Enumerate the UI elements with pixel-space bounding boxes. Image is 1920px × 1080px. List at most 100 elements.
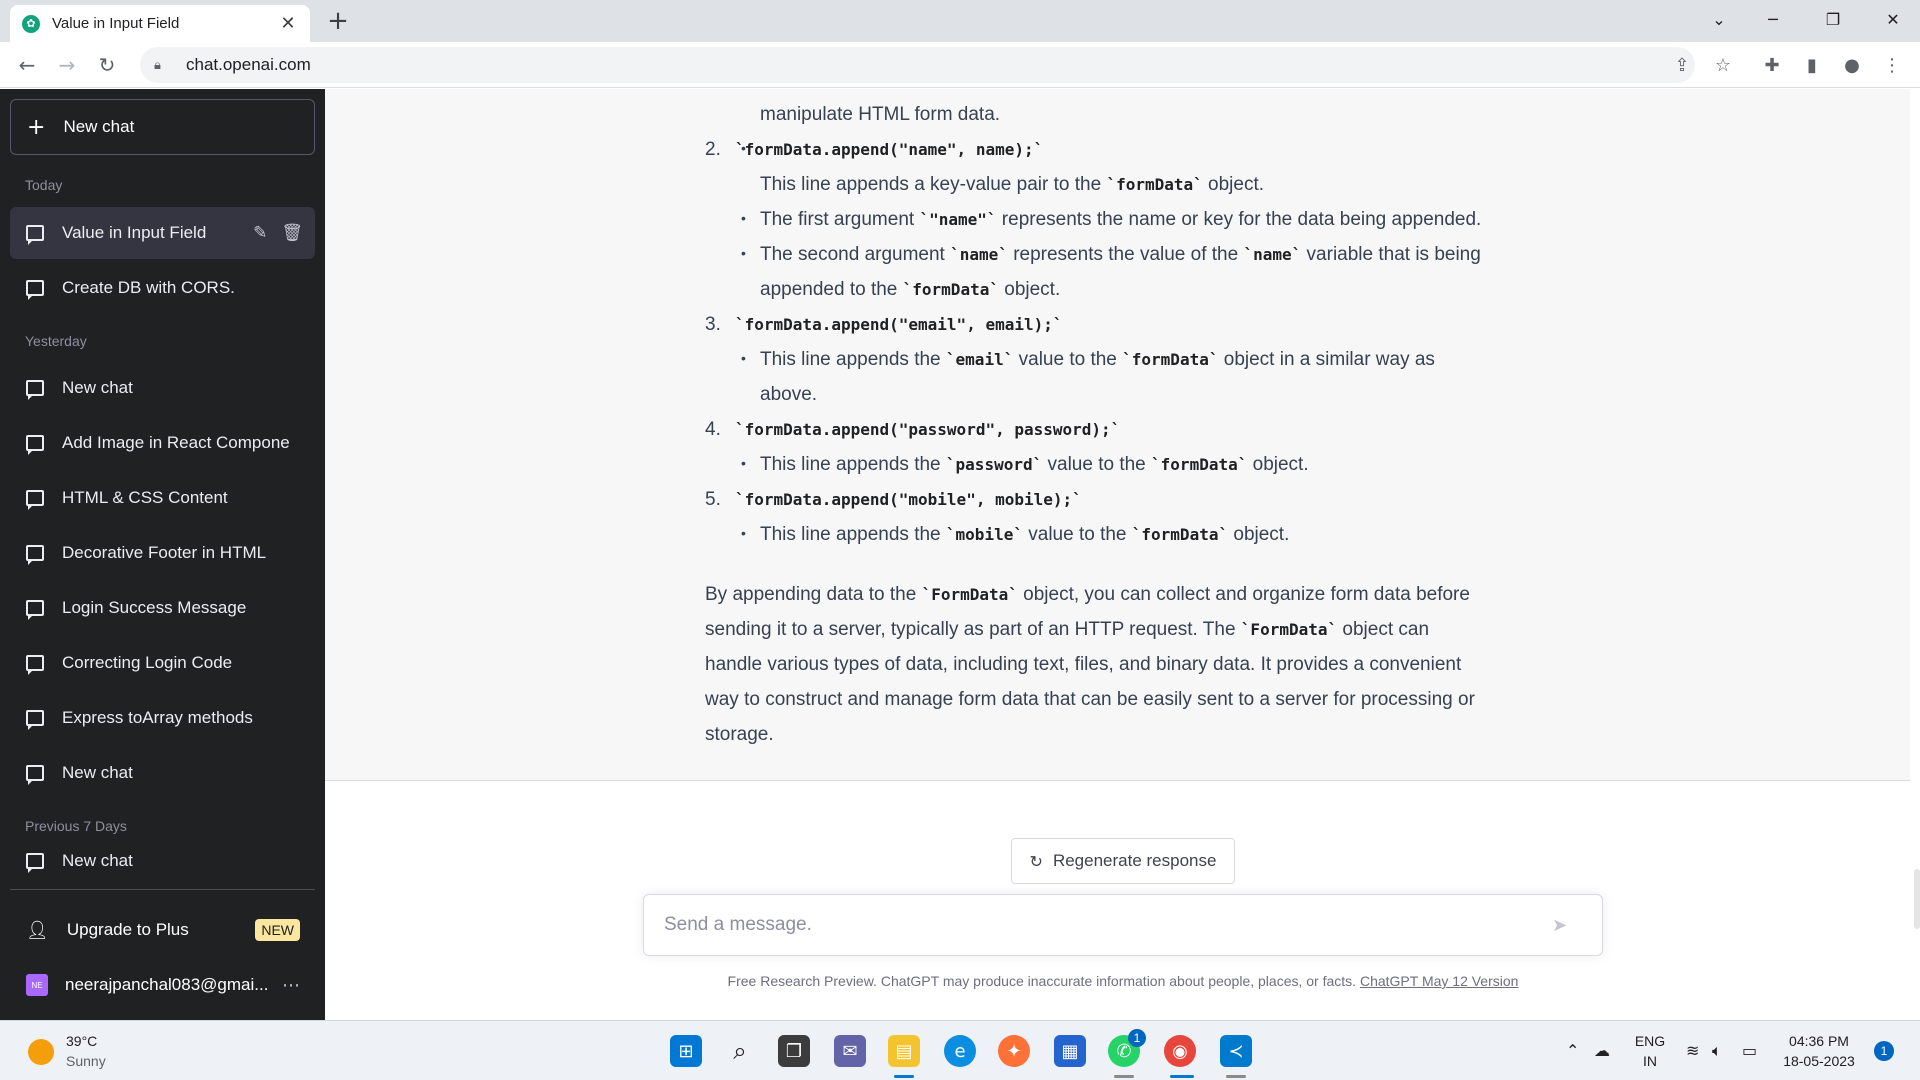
paragraph-line: storage. — [705, 724, 774, 745]
weather-temperature: 39°C — [66, 1033, 98, 1049]
windows-taskbar: 39°C Sunny ⊞ ⌕ ❐ ✉ ▤ e ✦ ▦ ✆ 1 ◉ ≺ ⌃ ☁ E… — [0, 1020, 1920, 1080]
tab-close-icon[interactable]: ✕ — [278, 13, 298, 34]
bullet-icon: • — [741, 245, 746, 261]
paragraph-line: By appending data to the `FormData` obje… — [705, 584, 1470, 605]
version-link[interactable]: ChatGPT May 12 Version — [1360, 973, 1518, 989]
scrollbar[interactable] — [1914, 869, 1920, 929]
paragraph-line: handle various types of data, including … — [705, 654, 1462, 675]
chat-sidebar: + New chat Today Value in Input Field ✎ … — [0, 89, 325, 1020]
start-icon[interactable]: ⊞ — [670, 1035, 702, 1067]
text-line: appended to the `formData` object. — [760, 279, 1061, 300]
sidebar-item-label: Correcting Login Code — [62, 653, 233, 672]
sidebar-item-label: Express toArray methods — [62, 708, 253, 727]
language-bottom[interactable]: IN — [1630, 1053, 1670, 1069]
bullet-icon: • — [741, 350, 746, 366]
share-icon[interactable]: ⇪ — [1667, 50, 1697, 80]
firefox-icon[interactable]: ✦ — [998, 1035, 1030, 1067]
file-explorer-icon[interactable]: ▤ — [888, 1035, 920, 1067]
text-line: This line appends the `email` value to t… — [760, 349, 1435, 370]
lock-icon[interactable]: 🔒︎ — [154, 58, 174, 73]
sidebar-item-label: New chat — [62, 378, 133, 397]
sidebar-item-label: Login Success Message — [62, 598, 247, 617]
regenerate-response-button[interactable]: ↻ Regenerate response — [1011, 838, 1235, 884]
whatsapp-badge: 1 — [1128, 1029, 1146, 1047]
edit-icon[interactable]: ✎ — [253, 223, 267, 243]
sidebar-item-add-image[interactable]: Add Image in React Compone — [10, 417, 315, 469]
wifi-icon[interactable]: ≋ — [1686, 1041, 1699, 1060]
sidebar-item-login-success[interactable]: Login Success Message — [10, 582, 315, 634]
browser-tab-strip: ✿ Value in Input Field ✕ + ⌄ ─ ❐ ✕ — [0, 0, 1920, 42]
browser-tab[interactable]: ✿ Value in Input Field ✕ — [10, 5, 310, 42]
running-indicator — [1226, 1075, 1246, 1078]
forward-icon[interactable]: → — [52, 50, 82, 80]
bullet-icon: • — [741, 525, 746, 541]
minimize-button[interactable]: ─ — [1746, 0, 1800, 38]
bullet-icon: • — [741, 210, 746, 226]
upgrade-to-plus-button[interactable]: 👤︎ Upgrade to Plus NEW — [10, 904, 315, 956]
task-view-icon[interactable]: ❐ — [778, 1035, 810, 1067]
text-line: This line appends the `mobile` value to … — [760, 524, 1290, 545]
battery-icon[interactable]: ▭ — [1742, 1041, 1757, 1060]
extensions-icon[interactable]: ✚ — [1757, 50, 1787, 80]
sidebar-item-label: HTML & CSS Content — [62, 488, 228, 507]
trash-icon[interactable]: 🗑︎ — [281, 223, 303, 243]
text-line: The first argument `"name"` represents t… — [760, 209, 1482, 230]
sidebar-item-new-chat[interactable]: New chat — [10, 362, 315, 414]
tab-search-icon[interactable]: ⌄ — [1692, 0, 1746, 38]
clock-time[interactable]: 04:36 PM — [1778, 1033, 1860, 1049]
back-icon[interactable]: ← — [12, 50, 42, 80]
sidebar-item-new-chat-3[interactable]: New chat — [10, 836, 315, 886]
plus-icon: + — [27, 114, 46, 140]
chat-bubble-icon — [26, 765, 44, 785]
search-icon[interactable]: ⌕ — [724, 1035, 756, 1067]
teams-chat-icon[interactable]: ✉ — [834, 1035, 866, 1067]
chatgpt-favicon-icon: ✿ — [22, 14, 40, 33]
volume-icon[interactable]: 🔈︎ — [1712, 1041, 1722, 1061]
sun-icon[interactable] — [28, 1039, 54, 1065]
user-icon: 👤︎ — [26, 919, 49, 941]
profile-icon[interactable]: ● — [1837, 50, 1867, 80]
account-email: neerajpanchal083@gmai... — [65, 975, 269, 994]
sidebar-item-correcting-login[interactable]: Correcting Login Code — [10, 637, 315, 689]
bookmark-star-icon[interactable]: ☆ — [1708, 50, 1738, 80]
vscode-icon[interactable]: ≺ — [1220, 1035, 1252, 1067]
reload-icon[interactable]: ↻ — [92, 50, 122, 80]
message-input[interactable] — [664, 914, 1552, 936]
browser-menu-icon[interactable]: ⋮ — [1877, 50, 1907, 80]
sidebar-item-create-db[interactable]: Create DB with CORS. — [10, 262, 315, 314]
new-tab-button[interactable]: + — [322, 6, 354, 36]
side-panel-icon[interactable]: ▮ — [1797, 50, 1827, 80]
sidebar-item-value-in-input-field[interactable]: Value in Input Field ✎ 🗑︎ — [10, 207, 315, 259]
new-chat-button[interactable]: + New chat — [10, 99, 315, 155]
sidebar-item-new-chat-2[interactable]: New chat — [10, 747, 315, 799]
address-bar[interactable]: 🔒︎ chat.openai.com — [140, 47, 1695, 83]
show-hidden-icons-icon[interactable]: ⌃ — [1566, 1041, 1579, 1060]
send-icon[interactable]: ➤ — [1552, 915, 1592, 936]
language-top[interactable]: ENG — [1630, 1033, 1670, 1049]
sidebar-item-express-toarray[interactable]: Express toArray methods — [10, 692, 315, 744]
close-window-button[interactable]: ✕ — [1866, 0, 1920, 38]
chat-bubble-icon — [26, 710, 44, 730]
sidebar-item-html-css[interactable]: HTML & CSS Content — [10, 472, 315, 524]
new-badge: NEW — [255, 919, 300, 941]
sidebar-item-decorative-footer[interactable]: Decorative Footer in HTML — [10, 527, 315, 579]
onedrive-icon[interactable]: ☁ — [1594, 1041, 1610, 1060]
paragraph-line: sending it to a server, typically as par… — [705, 619, 1430, 640]
account-menu-button[interactable]: NE neerajpanchal083@gmai... ⋯ — [10, 959, 315, 1011]
sidebar-item-label: Decorative Footer in HTML — [62, 543, 267, 562]
section-today: Today — [25, 177, 63, 193]
chrome-icon[interactable]: ◉ — [1164, 1035, 1196, 1067]
notification-badge[interactable]: 1 — [1874, 1041, 1894, 1061]
sidebar-item-label: Create DB with CORS. — [62, 278, 235, 297]
more-options-icon[interactable]: ⋯ — [282, 975, 300, 996]
text-line: above. — [760, 384, 818, 405]
clock-date[interactable]: 18-05-2023 — [1778, 1053, 1860, 1069]
chat-bubble-icon — [26, 435, 44, 455]
refresh-icon: ↻ — [1029, 851, 1043, 871]
chat-bubble-icon — [26, 280, 44, 300]
sidebar-item-label: New chat — [62, 763, 133, 782]
text-line: This line appends a key-value pair to th… — [760, 174, 1265, 195]
store-icon[interactable]: ▦ — [1054, 1035, 1086, 1067]
edge-icon[interactable]: e — [944, 1035, 976, 1067]
restore-button[interactable]: ❐ — [1806, 0, 1860, 38]
